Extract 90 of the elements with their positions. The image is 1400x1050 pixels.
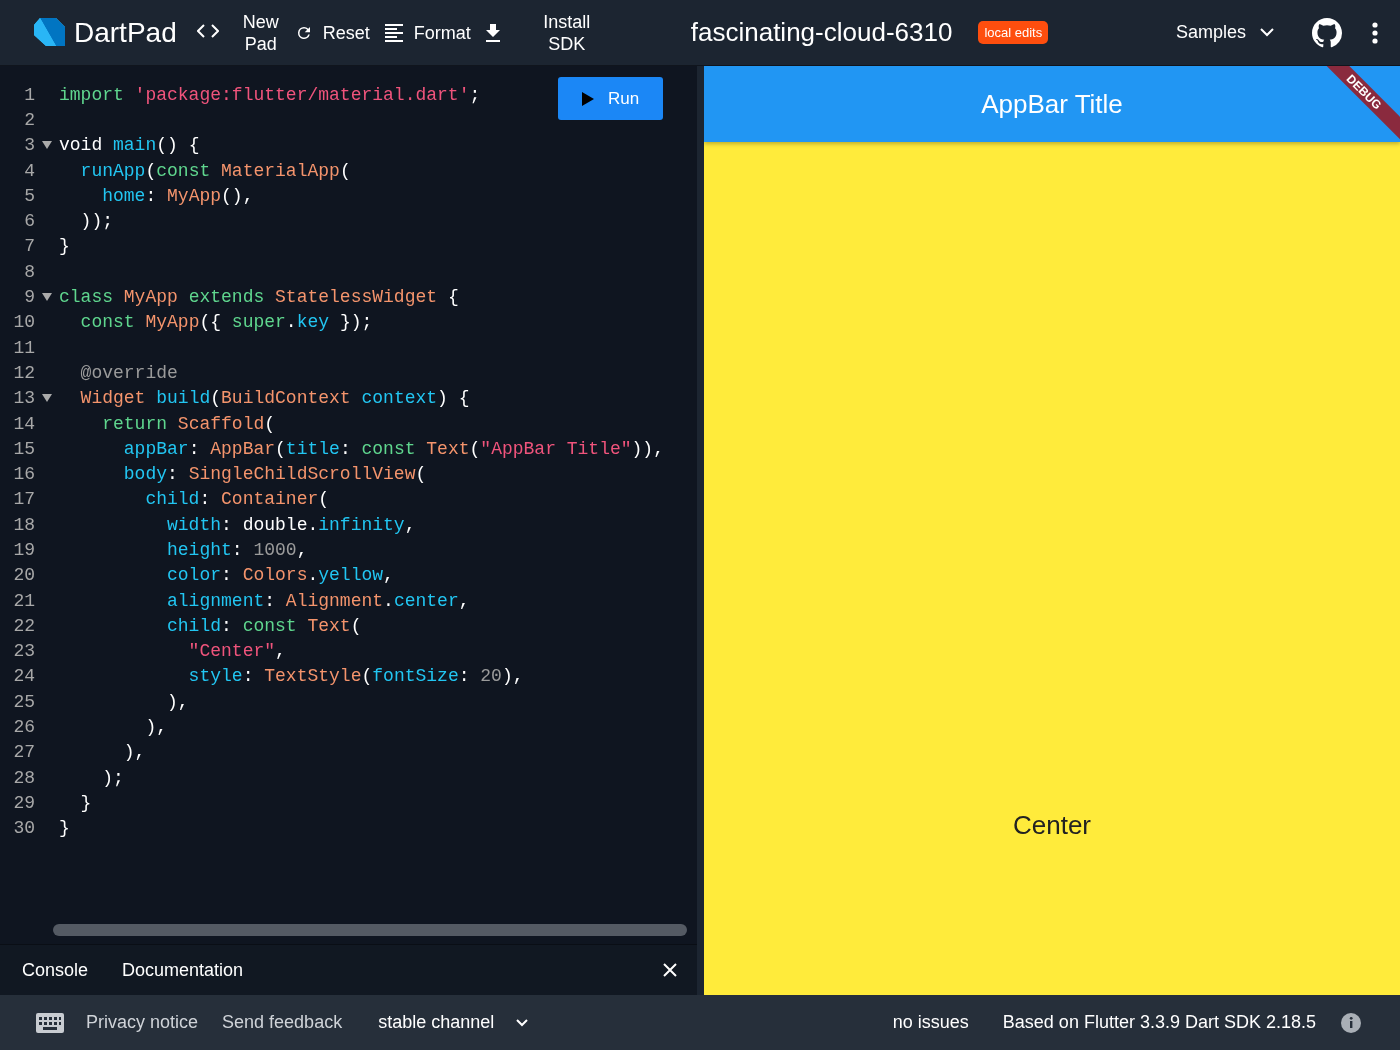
feedback-link[interactable]: Send feedback: [222, 1012, 343, 1033]
download-icon: [484, 23, 501, 42]
toolbar-button[interactable]: Format: [377, 21, 477, 44]
toolbar-button[interactable]: New Pad: [234, 10, 287, 55]
panel-tab[interactable]: Documentation: [122, 959, 244, 981]
code-line: }: [59, 818, 70, 839]
line-number: 11: [12, 337, 35, 358]
code-line: home: MyApp(),: [101, 185, 254, 206]
line-number: 22: [12, 615, 35, 636]
line-number: 23: [12, 641, 35, 662]
app-bar-title: AppBar Title: [981, 88, 1123, 120]
code-line: ));: [79, 211, 113, 232]
pad-title: fascinating-cloud-6310: [690, 17, 953, 48]
scrollbar[interactable]: [53, 924, 687, 936]
line-number: 1: [23, 84, 35, 105]
code-line: height: 1000,: [166, 540, 308, 560]
code-line: @override: [79, 362, 178, 383]
code-line: }: [59, 236, 70, 257]
format-icon: [383, 23, 404, 42]
line-number: 9: [23, 287, 35, 307]
line-number: 4: [23, 160, 35, 181]
play-icon: [581, 91, 594, 106]
code-line: appBar: AppBar(title: const Text("AppBar Title")),: [122, 438, 664, 459]
line-number: 6: [23, 211, 35, 232]
code-line: return Scaffold(: [101, 413, 276, 434]
line-number: 5: [23, 185, 35, 206]
fold-icon[interactable]: [42, 141, 52, 150]
code-line: child: const Text(: [166, 615, 362, 636]
chevron-down-icon: [516, 1018, 529, 1027]
fold-icon[interactable]: [42, 394, 52, 403]
toolbar-button[interactable]: Install SDK: [478, 10, 605, 55]
github-icon[interactable]: [1312, 17, 1342, 48]
line-number: 8: [23, 261, 35, 282]
info-icon[interactable]: [1340, 1011, 1362, 1034]
line-number: 12: [12, 362, 35, 383]
panel-tab[interactable]: Console: [22, 959, 89, 981]
code-line: color: Colors.yellow,: [166, 565, 394, 586]
privacy-link[interactable]: Privacy notice: [86, 1012, 199, 1033]
line-number: 20: [12, 565, 35, 586]
code-line: ),: [122, 742, 146, 763]
line-number: 24: [12, 666, 35, 687]
code-line: }: [79, 792, 92, 813]
close-icon[interactable]: [663, 963, 677, 977]
fold-icon[interactable]: [42, 293, 52, 301]
line-number: 25: [12, 691, 35, 712]
more-icon[interactable]: [1372, 21, 1378, 44]
line-number: 15: [12, 438, 35, 459]
app-name: DartPad: [74, 16, 177, 49]
line-number: 21: [12, 590, 35, 611]
status-badge: local edits: [978, 21, 1049, 44]
code-line: "Center",: [187, 641, 286, 662]
code-line: );: [101, 767, 124, 788]
channel-dropdown[interactable]: stable channel: [378, 1012, 529, 1033]
center-text: Center: [1011, 810, 1092, 841]
code-line: style: TextStyle(fontSize: 20),: [187, 666, 524, 687]
line-number: 28: [12, 767, 35, 788]
line-number: 27: [12, 742, 35, 763]
line-number: 13: [12, 388, 35, 409]
line-number: 2: [23, 109, 35, 130]
line-number: 10: [12, 312, 35, 333]
version-text: Based on Flutter 3.3.9 Dart SDK 2.18.5: [1002, 1012, 1316, 1033]
code-line: Widget build(BuildContext context) {: [79, 388, 470, 409]
code-line: const MyApp({ super.key });: [79, 312, 373, 333]
code-line: import 'package:flutter/material.dart';: [59, 84, 481, 105]
run-button[interactable]: Run: [558, 77, 663, 120]
code-line: void main() {: [59, 135, 200, 156]
line-number: 3: [23, 135, 35, 156]
code-line: child: Container(: [144, 489, 330, 510]
line-number: 16: [12, 464, 35, 485]
code-line: class MyApp extends StatelessWidget {: [59, 287, 459, 307]
line-number: 7: [23, 236, 35, 257]
samples-dropdown[interactable]: Samples: [1169, 21, 1280, 44]
code-line: runApp(const MaterialApp(: [79, 160, 351, 181]
code-line: body: SingleChildScrollView(: [122, 464, 427, 485]
line-number: 30: [12, 818, 35, 839]
code-icon: [196, 23, 219, 38]
line-number: 19: [12, 540, 35, 560]
code-line: alignment: Alignment.center,: [166, 590, 470, 611]
code-line: ),: [166, 691, 189, 712]
line-number: 17: [12, 489, 35, 510]
code-line: width: double.infinity,: [166, 514, 416, 535]
keyboard-icon[interactable]: [36, 1012, 64, 1033]
code-line: ),: [144, 717, 168, 738]
toolbar-button[interactable]: Reset: [288, 21, 376, 44]
line-number: 29: [12, 792, 35, 813]
line-number: 26: [12, 717, 35, 738]
line-number: 18: [12, 514, 35, 535]
issues-status: no issues: [892, 1012, 969, 1033]
line-number: 14: [12, 413, 35, 434]
chevron-down-icon: [1260, 28, 1274, 37]
